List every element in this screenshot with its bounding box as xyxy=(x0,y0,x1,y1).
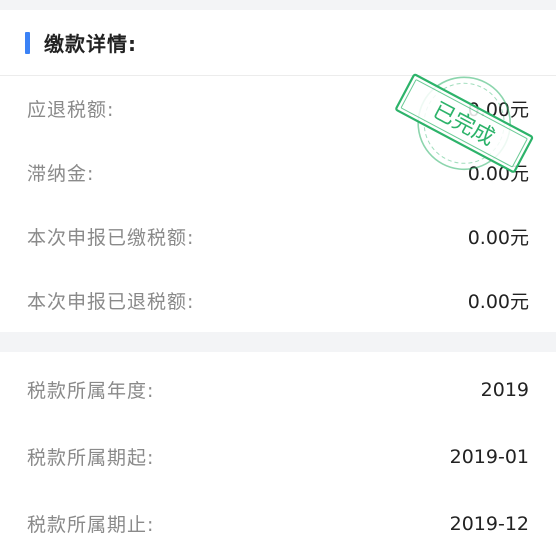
tax-year-row: 税款所属年度: 2019 xyxy=(0,356,556,423)
period-end-value: 2019-12 xyxy=(449,512,529,535)
section-title: 缴款详情: xyxy=(44,32,137,56)
period-start-row: 税款所属期起: 2019-01 xyxy=(0,423,556,490)
paid-tax-label: 本次申报已缴税额: xyxy=(27,226,195,249)
section-accent-bar xyxy=(25,31,30,54)
refunded-tax-value: 0.00元 xyxy=(467,290,529,313)
payment-detail-card: 缴款详情: 应退税额: 0.00元 滞纳金: 0.00元 本次申报已缴税额: 0… xyxy=(0,10,556,332)
period-end-row: 税款所属期止: 2019-12 xyxy=(0,490,556,548)
late-fee-row: 滞纳金: 0.00元 xyxy=(0,140,556,204)
tax-period-card: 税款所属年度: 2019 税款所属期起: 2019-01 税款所属期止: 201… xyxy=(0,352,556,548)
tax-year-label: 税款所属年度: xyxy=(27,380,155,402)
period-start-label: 税款所属期起: xyxy=(27,447,155,469)
late-fee-label: 滞纳金: xyxy=(27,162,95,185)
payment-detail-screen: 缴款详情: 应退税额: 0.00元 滞纳金: 0.00元 本次申报已缴税额: 0… xyxy=(0,0,556,548)
refund-tax-row: 应退税额: 0.00元 xyxy=(0,76,556,140)
late-fee-value: 0.00元 xyxy=(467,162,529,185)
refunded-tax-row: 本次申报已退税额: 0.00元 xyxy=(0,268,556,332)
top-spacer xyxy=(0,0,556,10)
period-end-label: 税款所属期止: xyxy=(27,514,155,536)
tax-year-value: 2019 xyxy=(480,378,529,401)
refund-tax-label: 应退税额: xyxy=(27,98,115,121)
paid-tax-value: 0.00元 xyxy=(467,226,529,249)
card-header: 缴款详情: xyxy=(0,10,556,76)
period-start-value: 2019-01 xyxy=(449,445,529,468)
section-divider xyxy=(0,332,556,352)
paid-tax-row: 本次申报已缴税额: 0.00元 xyxy=(0,204,556,268)
refunded-tax-label: 本次申报已退税额: xyxy=(27,290,195,313)
refund-tax-value: 0.00元 xyxy=(467,98,529,121)
